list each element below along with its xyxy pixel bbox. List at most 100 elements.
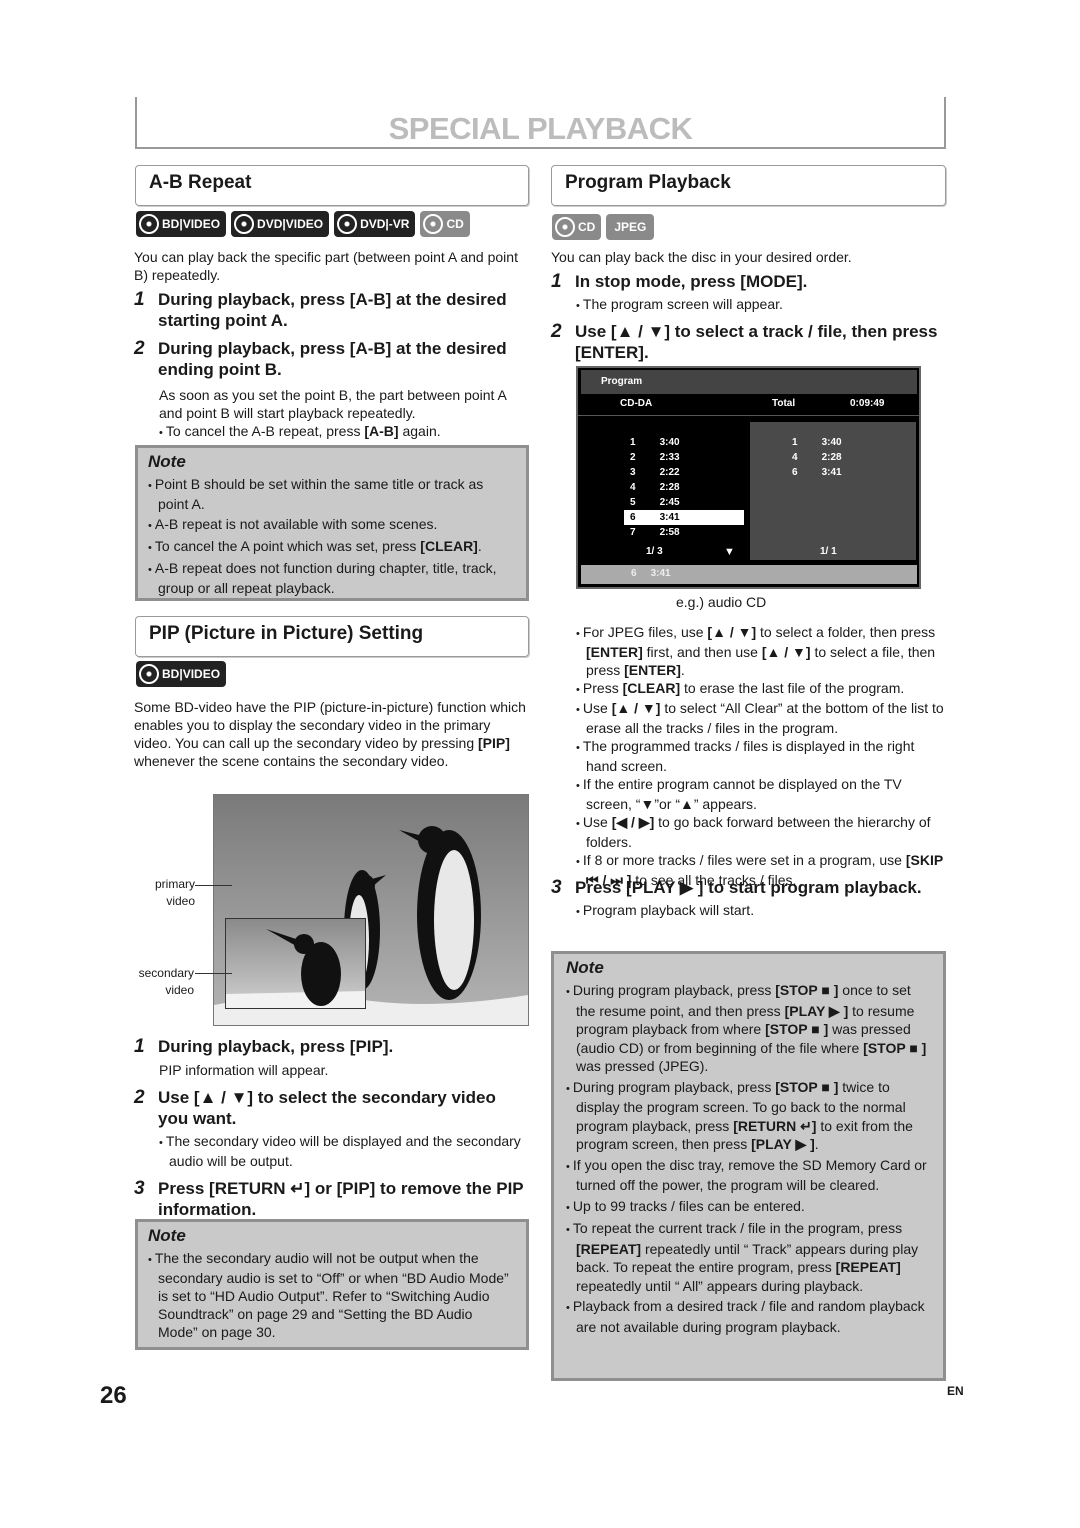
text-segment: If you open the disc tray, remove the SD…: [572, 1156, 927, 1194]
pip-note-list: The the secondary audio will not be outp…: [148, 1249, 512, 1341]
track-row[interactable]: 4 2:28: [624, 480, 744, 495]
ab-note-list: Point B should be set within the same ti…: [148, 475, 512, 597]
bullet-item: Press [CLEAR] to erase the last file of …: [576, 679, 944, 699]
bullet-item: To cancel the A point which was set, pre…: [148, 537, 512, 557]
text-segment: whenever the scene contains the secondar…: [134, 753, 449, 769]
program-note-list: During program playback, press [STOP ■ ]…: [566, 981, 929, 1336]
disc-icon: [423, 214, 444, 234]
text-segment: again.: [398, 423, 441, 439]
program-step-3: 3 Press [PLAY ▶ ] to start program playba…: [551, 877, 946, 898]
programmed-row: 4 2:28: [792, 452, 842, 463]
pip-step-2: 2 Use [▲ / ▼] to select the secondary vid…: [134, 1087, 529, 1129]
disc-icon: [337, 214, 358, 234]
track-row[interactable]: 6 3:41: [624, 510, 744, 525]
note-title: Note: [566, 958, 604, 977]
key-label: [▲ / ▼]: [611, 700, 661, 716]
text-segment: Point B should be set within the same ti…: [154, 476, 484, 512]
bullet-item: Up to 99 tracks / files can be entered.: [566, 1197, 929, 1218]
ab-step2-body: As soon as you set the point B, the part…: [159, 387, 507, 421]
text-segment: repeatedly until “ All” appears during p…: [576, 1277, 864, 1294]
note-title: Note: [148, 1226, 186, 1245]
step-text: During playback, press [A-B] at the desi…: [158, 339, 507, 379]
text-segment: During program playback, press: [572, 1078, 776, 1095]
bullet-item: During program playback, press [STOP ■ ]…: [566, 981, 929, 1076]
step-number: 1: [134, 1036, 145, 1057]
disc-badge-label: BD|VIDEO: [162, 667, 221, 681]
bullet-item: Playback from a desired track / file and…: [566, 1297, 929, 1336]
key-label: [A-B]: [364, 423, 399, 439]
text-segment: to erase the last file of the program.: [680, 680, 905, 696]
text-segment: If the entire program cannot be displaye…: [582, 776, 902, 812]
track-list[interactable]: 1 3:40 2 2:33 3 2:22 4 2:28 5 2:45 6 3:41 7 2:58: [624, 435, 744, 540]
text-segment: To cancel the A-B repeat, press: [165, 423, 365, 439]
key-label: [STOP ■ ]: [775, 1078, 839, 1095]
section-header-ab-repeat: A-B Repeat: [135, 165, 529, 206]
track-row[interactable]: 1 3:40: [624, 435, 744, 450]
disc-icon: [139, 664, 159, 684]
ab-note: Note Point B should be set within the sa…: [135, 445, 529, 601]
step-text: In stop mode, press [MODE].: [575, 272, 808, 291]
track-row[interactable]: 5 2:45: [624, 495, 744, 510]
language-label: EN: [947, 1384, 964, 1398]
leader-line: [195, 885, 232, 886]
text-segment: The programmed tracks / files is display…: [582, 738, 915, 774]
pip-step-3: 3 Press [RETURN ↵] or [PIP] to remove the…: [134, 1178, 529, 1220]
pip-steps: 1 During playback, press [PIP]. PIP infor…: [134, 1036, 529, 1220]
current-track-time: 3:41: [650, 568, 671, 579]
key-label: [▲ / ▼]: [707, 624, 757, 640]
step-text: Use [▲ / ▼] to select a track / file, th…: [575, 322, 938, 362]
text-segment: to select a folder, then press: [756, 624, 936, 640]
step-text: Press [RETURN ↵] or [PIP] to remove the …: [158, 1179, 524, 1219]
label-secondary-video: secondary video: [138, 966, 194, 997]
scroll-down-icon[interactable]: ▼: [724, 546, 735, 558]
disc-badge-label: JPEG: [614, 220, 647, 234]
key-label: [RETURN ↵]: [733, 1117, 817, 1134]
disc-badge-dvd: DVD|-VR: [334, 211, 416, 237]
key-label: [ENTER]: [586, 644, 643, 660]
text-segment: .: [814, 1136, 819, 1152]
ab-step2-bullet: To cancel the A-B repeat, press [A-B] ag…: [159, 422, 529, 442]
step-number: 1: [551, 271, 562, 292]
disc-badge-label: CD: [446, 217, 464, 231]
text-segment: .: [680, 662, 685, 678]
key-label: [STOP ■ ]: [863, 1039, 927, 1056]
disc-badge-dvd: DVD|VIDEO: [231, 211, 330, 237]
track-row[interactable]: 7 2:58: [624, 525, 744, 540]
key-label: [STOP ■ ]: [765, 1021, 829, 1037]
bullet-item: Use [▲ / ▼] to select “All Clear” at the…: [576, 699, 944, 737]
track-row[interactable]: 3 2:22: [624, 465, 744, 480]
text-segment: was pressed (JPEG).: [576, 1058, 709, 1074]
right-page-indicator: 1/ 1: [820, 546, 837, 557]
text-segment: Use: [582, 700, 612, 716]
key-label: [REPEAT]: [576, 1240, 642, 1257]
programmed-row: 1 3:40: [792, 437, 842, 448]
pip-intro: Some BD-video have the PIP (picture-in-p…: [134, 698, 526, 770]
disc-icon: [555, 217, 575, 237]
bullet-item: The programmed tracks / files is display…: [576, 737, 944, 775]
secondary-video-inset: [225, 918, 366, 1009]
text-segment: To repeat the current track / file in th…: [572, 1220, 903, 1236]
program-step-2: 2 Use [▲ / ▼] to select a track / file, t…: [551, 321, 946, 363]
step-number: 2: [551, 321, 562, 342]
programmed-panel: 1 3:40 4 2:28 6 3:41 1/ 1: [750, 422, 916, 560]
screen-header: Program: [581, 370, 917, 394]
text-segment: .: [477, 538, 482, 554]
key-label: [ENTER]: [624, 662, 681, 678]
programmed-row: 6 3:41: [792, 467, 842, 478]
disc-badge-label: DVD|VIDEO: [257, 217, 324, 231]
disc-icon: [234, 214, 255, 234]
pip-note: Note The the secondary audio will not be…: [135, 1219, 529, 1350]
bullet-item: If you open the disc tray, remove the SD…: [566, 1156, 929, 1195]
step-text: During playback, press [A-B] at the desi…: [158, 290, 507, 330]
page-title: SPECIAL PLAYBACK: [388, 111, 693, 146]
disc-badge-bd: BD|VIDEO: [136, 211, 227, 237]
disc-icon: [139, 214, 159, 234]
section-header-program: Program Playback: [551, 165, 946, 206]
program-bullets: For JPEG files, use [▲ / ▼] to select a …: [576, 623, 944, 889]
track-row[interactable]: 2 2:33: [624, 450, 744, 465]
disc-badge-jpeg: JPEG: [606, 214, 655, 240]
screen-total-time: 0:09:49: [850, 398, 885, 409]
ab-step-2: 2 During playback, press [A-B] at the des…: [134, 338, 529, 380]
disc-icons-program: CD JPEG: [552, 214, 655, 240]
key-label: [PLAY ▶ ]: [751, 1136, 815, 1152]
